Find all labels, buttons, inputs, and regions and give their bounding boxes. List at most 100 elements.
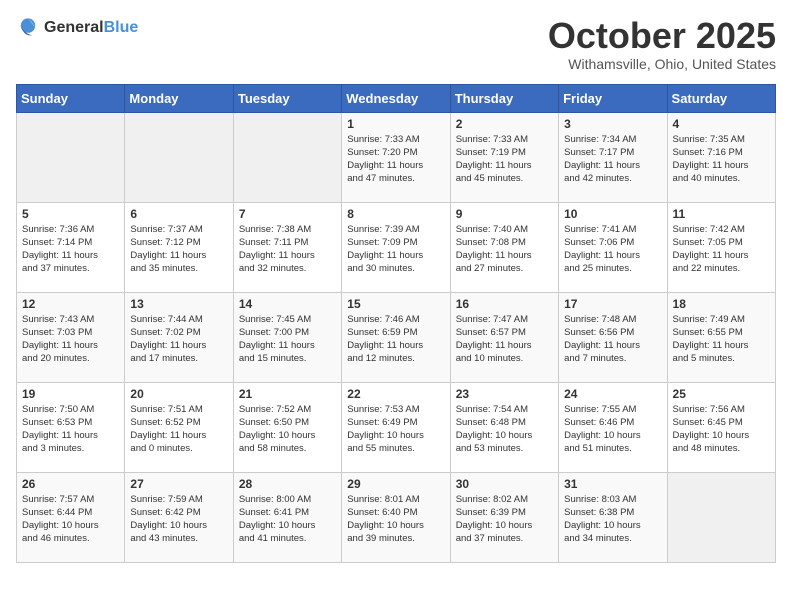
day-info: Sunrise: 7:44 AM Sunset: 7:02 PM Dayligh… xyxy=(130,313,227,366)
day-info: Sunrise: 7:51 AM Sunset: 6:52 PM Dayligh… xyxy=(130,403,227,456)
day-number: 18 xyxy=(673,297,770,311)
day-number: 5 xyxy=(22,207,119,221)
day-number: 2 xyxy=(456,117,553,131)
day-info: Sunrise: 7:53 AM Sunset: 6:49 PM Dayligh… xyxy=(347,403,444,456)
calendar-week-row: 26Sunrise: 7:57 AM Sunset: 6:44 PM Dayli… xyxy=(17,472,776,562)
calendar-cell: 30 Sunrise: 8:02 AM Sunset: 6:39 PM Dayli… xyxy=(450,472,558,562)
calendar-cell: 20 Sunrise: 7:51 AM Sunset: 6:52 PM Dayli… xyxy=(125,382,233,472)
day-info: Sunrise: 8:02 AM Sunset: 6:39 PM Dayligh… xyxy=(456,493,553,546)
day-number: 24 xyxy=(564,387,661,401)
day-info: Sunrise: 7:54 AM Sunset: 6:48 PM Dayligh… xyxy=(456,403,553,456)
day-number: 19 xyxy=(22,387,119,401)
day-header-saturday: Saturday xyxy=(667,84,775,112)
calendar-cell: 4 Sunrise: 7:35 AM Sunset: 7:16 PM Daylig… xyxy=(667,112,775,202)
day-header-thursday: Thursday xyxy=(450,84,558,112)
calendar-cell: 19 Sunrise: 7:50 AM Sunset: 6:53 PM Dayli… xyxy=(17,382,125,472)
calendar-cell: 18 Sunrise: 7:49 AM Sunset: 6:55 PM Dayli… xyxy=(667,292,775,382)
calendar-cell: 7 Sunrise: 7:38 AM Sunset: 7:11 PM Daylig… xyxy=(233,202,341,292)
day-number: 21 xyxy=(239,387,336,401)
calendar-cell: 16 Sunrise: 7:47 AM Sunset: 6:57 PM Dayli… xyxy=(450,292,558,382)
day-number: 6 xyxy=(130,207,227,221)
day-number: 31 xyxy=(564,477,661,491)
calendar-cell: 29 Sunrise: 8:01 AM Sunset: 6:40 PM Dayli… xyxy=(342,472,450,562)
day-info: Sunrise: 7:35 AM Sunset: 7:16 PM Dayligh… xyxy=(673,133,770,186)
day-info: Sunrise: 7:37 AM Sunset: 7:12 PM Dayligh… xyxy=(130,223,227,276)
day-info: Sunrise: 8:01 AM Sunset: 6:40 PM Dayligh… xyxy=(347,493,444,546)
day-number: 11 xyxy=(673,207,770,221)
day-number: 20 xyxy=(130,387,227,401)
calendar-week-row: 19 Sunrise: 7:50 AM Sunset: 6:53 PM Dayli… xyxy=(17,382,776,472)
month-title: October 2025 xyxy=(548,16,776,56)
calendar-cell: 5 Sunrise: 7:36 AM Sunset: 7:14 PM Daylig… xyxy=(17,202,125,292)
day-info: Sunrise: 8:00 AM Sunset: 6:41 PM Dayligh… xyxy=(239,493,336,546)
day-number: 1 xyxy=(347,117,444,131)
day-info: Sunrise: 7:46 AM Sunset: 6:59 PM Dayligh… xyxy=(347,313,444,366)
day-info: Sunrise: 8:03 AM Sunset: 6:38 PM Dayligh… xyxy=(564,493,661,546)
day-number: 15 xyxy=(347,297,444,311)
day-number: 27 xyxy=(130,477,227,491)
day-header-wednesday: Wednesday xyxy=(342,84,450,112)
day-info: Sunrise: 7:59 AM Sunset: 6:42 PM Dayligh… xyxy=(130,493,227,546)
location-text: Withamsville, Ohio, United States xyxy=(548,56,776,72)
calendar-cell: 11 Sunrise: 7:42 AM Sunset: 7:05 PM Dayli… xyxy=(667,202,775,292)
day-number: 30 xyxy=(456,477,553,491)
day-info: Sunrise: 7:52 AM Sunset: 6:50 PM Dayligh… xyxy=(239,403,336,456)
day-number: 10 xyxy=(564,207,661,221)
day-info: Sunrise: 7:39 AM Sunset: 7:09 PM Dayligh… xyxy=(347,223,444,276)
calendar-cell: 17 Sunrise: 7:48 AM Sunset: 6:56 PM Dayli… xyxy=(559,292,667,382)
calendar-cell xyxy=(667,472,775,562)
calendar-cell: 22Sunrise: 7:53 AM Sunset: 6:49 PM Dayli… xyxy=(342,382,450,472)
day-info: Sunrise: 7:38 AM Sunset: 7:11 PM Dayligh… xyxy=(239,223,336,276)
calendar-cell: 2 Sunrise: 7:33 AM Sunset: 7:19 PM Daylig… xyxy=(450,112,558,202)
calendar-cell: 6 Sunrise: 7:37 AM Sunset: 7:12 PM Daylig… xyxy=(125,202,233,292)
calendar-cell: 13Sunrise: 7:44 AM Sunset: 7:02 PM Dayli… xyxy=(125,292,233,382)
day-number: 23 xyxy=(456,387,553,401)
day-info: Sunrise: 7:33 AM Sunset: 7:20 PM Dayligh… xyxy=(347,133,444,186)
calendar-cell: 27 Sunrise: 7:59 AM Sunset: 6:42 PM Dayli… xyxy=(125,472,233,562)
logo-general-text: General xyxy=(44,19,104,36)
day-number: 25 xyxy=(673,387,770,401)
logo-icon xyxy=(16,16,40,40)
day-number: 16 xyxy=(456,297,553,311)
day-info: Sunrise: 7:34 AM Sunset: 7:17 PM Dayligh… xyxy=(564,133,661,186)
logo-blue-text: Blue xyxy=(104,19,139,36)
calendar-cell: 8Sunrise: 7:39 AM Sunset: 7:09 PM Daylig… xyxy=(342,202,450,292)
day-info: Sunrise: 7:33 AM Sunset: 7:19 PM Dayligh… xyxy=(456,133,553,186)
calendar-cell xyxy=(233,112,341,202)
day-number: 7 xyxy=(239,207,336,221)
day-info: Sunrise: 7:55 AM Sunset: 6:46 PM Dayligh… xyxy=(564,403,661,456)
calendar-cell: 25Sunrise: 7:56 AM Sunset: 6:45 PM Dayli… xyxy=(667,382,775,472)
day-info: Sunrise: 7:49 AM Sunset: 6:55 PM Dayligh… xyxy=(673,313,770,366)
day-info: Sunrise: 7:48 AM Sunset: 6:56 PM Dayligh… xyxy=(564,313,661,366)
calendar-cell: 28 Sunrise: 8:00 AM Sunset: 6:41 PM Dayli… xyxy=(233,472,341,562)
calendar-week-row: 12 Sunrise: 7:43 AM Sunset: 7:03 PM Dayli… xyxy=(17,292,776,382)
day-info: Sunrise: 7:47 AM Sunset: 6:57 PM Dayligh… xyxy=(456,313,553,366)
calendar-cell: 9Sunrise: 7:40 AM Sunset: 7:08 PM Daylig… xyxy=(450,202,558,292)
day-info: Sunrise: 7:42 AM Sunset: 7:05 PM Dayligh… xyxy=(673,223,770,276)
day-header-monday: Monday xyxy=(125,84,233,112)
calendar-cell: 21 Sunrise: 7:52 AM Sunset: 6:50 PM Dayli… xyxy=(233,382,341,472)
day-number: 29 xyxy=(347,477,444,491)
calendar-cell: 15 Sunrise: 7:46 AM Sunset: 6:59 PM Dayli… xyxy=(342,292,450,382)
day-number: 12 xyxy=(22,297,119,311)
day-number: 28 xyxy=(239,477,336,491)
calendar-cell: 31 Sunrise: 8:03 AM Sunset: 6:38 PM Dayli… xyxy=(559,472,667,562)
calendar-table: SundayMondayTuesdayWednesdayThursdayFrid… xyxy=(16,84,776,563)
day-number: 3 xyxy=(564,117,661,131)
day-info: Sunrise: 7:43 AM Sunset: 7:03 PM Dayligh… xyxy=(22,313,119,366)
day-info: Sunrise: 7:57 AM Sunset: 6:44 PM Dayligh… xyxy=(22,493,119,546)
calendar-cell xyxy=(17,112,125,202)
calendar-cell xyxy=(125,112,233,202)
calendar-week-row: 1 Sunrise: 7:33 AM Sunset: 7:20 PM Daylig… xyxy=(17,112,776,202)
calendar-cell: 14 Sunrise: 7:45 AM Sunset: 7:00 PM Dayli… xyxy=(233,292,341,382)
day-number: 17 xyxy=(564,297,661,311)
day-number: 4 xyxy=(673,117,770,131)
day-info: Sunrise: 7:50 AM Sunset: 6:53 PM Dayligh… xyxy=(22,403,119,456)
day-info: Sunrise: 7:45 AM Sunset: 7:00 PM Dayligh… xyxy=(239,313,336,366)
calendar-header-row: SundayMondayTuesdayWednesdayThursdayFrid… xyxy=(17,84,776,112)
calendar-cell: 24 Sunrise: 7:55 AM Sunset: 6:46 PM Dayli… xyxy=(559,382,667,472)
page-header: GeneralBlue October 2025 Withamsville, O… xyxy=(16,16,776,72)
day-number: 14 xyxy=(239,297,336,311)
day-info: Sunrise: 7:36 AM Sunset: 7:14 PM Dayligh… xyxy=(22,223,119,276)
day-info: Sunrise: 7:40 AM Sunset: 7:08 PM Dayligh… xyxy=(456,223,553,276)
